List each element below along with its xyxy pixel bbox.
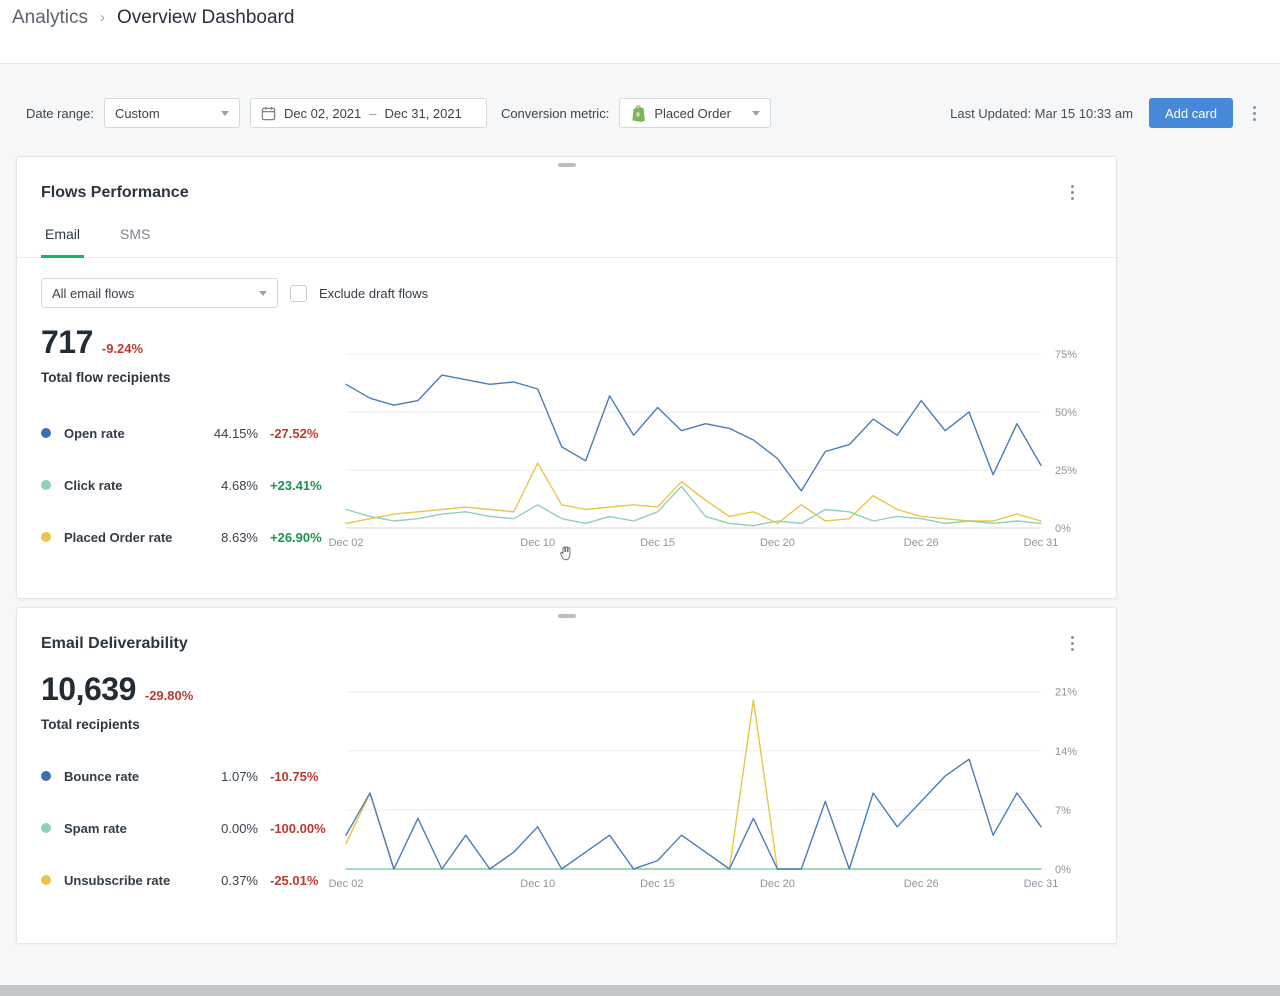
viewport-bottom-strip [0, 985, 1280, 996]
deliverability-chart[interactable]: 0% 7% 14% 21% Dec 02 Dec 10 Dec 15 Dec 20 Dec 26… [329, 671, 1106, 906]
legend-label: Placed Order rate [64, 529, 173, 545]
spam-rate-dot-icon [41, 823, 51, 833]
svg-text:14%: 14% [1055, 746, 1077, 758]
exclude-draft-flows-label: Exclude draft flows [319, 285, 429, 301]
legend-value: 0.37% [221, 872, 258, 888]
total-flow-recipients-label: Total flow recipients [41, 370, 171, 385]
breadcrumb-chevron-icon: › [100, 9, 106, 26]
bounce-rate-dot-icon [41, 771, 51, 781]
total-flow-recipients-value: 717 [41, 324, 93, 360]
svg-text:0%: 0% [1055, 864, 1071, 876]
legend-row-spam-rate: Spam rate 0.00% -100.00% [41, 802, 346, 854]
legend-value: 4.68% [221, 477, 258, 493]
svg-text:Dec 31: Dec 31 [1024, 537, 1059, 549]
legend-delta: +23.41% [270, 477, 322, 493]
legend-row-open-rate: Open rate 44.15% -27.52% [41, 407, 346, 459]
tab-email[interactable]: Email [41, 226, 85, 258]
chevron-down-icon [259, 290, 267, 296]
total-recipients-value: 10,639 [41, 671, 136, 707]
svg-text:Dec 20: Dec 20 [760, 878, 795, 890]
date-start: Dec 02, 2021 [283, 105, 362, 121]
calendar-icon [261, 106, 276, 121]
svg-text:Dec 02: Dec 02 [329, 537, 364, 549]
legend-row-placed-order-rate: Placed Order rate 8.63% +26.90% [41, 511, 346, 563]
svg-text:21%: 21% [1055, 687, 1077, 699]
flows-chart[interactable]: 0% 25% 50% 75% Dec 02 Dec 10 Dec 15 Dec 20 Dec 2… [329, 330, 1106, 563]
date-range-value: Custom [114, 105, 160, 121]
card-kebab-menu-icon[interactable] [1067, 632, 1078, 655]
flows-legend: Open rate 44.15% -27.52% Click rate 4.68… [41, 407, 346, 563]
top-bar: Analytics › Overview Dashboard [0, 0, 1280, 64]
svg-text:Dec 31: Dec 31 [1024, 878, 1059, 890]
svg-text:7%: 7% [1055, 805, 1071, 817]
legend-value: 0.00% [221, 820, 258, 836]
date-end: Dec 31, 2021 [384, 105, 462, 121]
legend-delta: -10.75% [270, 768, 319, 784]
total-flow-recipients-delta: -9.24% [101, 341, 144, 356]
exclude-draft-flows-checkbox[interactable] [290, 284, 307, 302]
flows-performance-card: Flows Performance Email SMS All email fl… [16, 156, 1117, 599]
legend-value: 44.15% [213, 425, 258, 441]
card-kebab-menu-icon[interactable] [1067, 181, 1078, 204]
date-separator: – [369, 105, 377, 121]
card-title: Flows Performance [41, 183, 189, 201]
legend-value: 8.63% [221, 529, 258, 545]
flow-filter-value: All email flows [52, 285, 135, 301]
legend-label: Open rate [64, 425, 125, 441]
total-recipients-delta: -29.80% [144, 688, 194, 703]
unsubscribe-rate-dot-icon [41, 875, 51, 885]
card-title: Email Deliverability [41, 634, 188, 652]
svg-text:s: s [636, 110, 640, 119]
legend-row-unsubscribe-rate: Unsubscribe rate 0.37% -25.01% [41, 854, 346, 906]
svg-text:50%: 50% [1055, 407, 1077, 419]
shopify-icon: s [630, 104, 646, 122]
svg-text:Dec 02: Dec 02 [329, 878, 364, 890]
svg-text:Dec 20: Dec 20 [760, 537, 795, 549]
legend-label: Unsubscribe rate [64, 872, 171, 888]
click-rate-dot-icon [41, 480, 51, 490]
date-picker[interactable]: Dec 02, 2021 – Dec 31, 2021 [249, 98, 487, 128]
legend-row-click-rate: Click rate 4.68% +23.41% [41, 459, 346, 511]
tab-sms[interactable]: SMS [116, 226, 154, 258]
svg-text:0%: 0% [1055, 523, 1071, 535]
svg-text:75%: 75% [1055, 349, 1077, 361]
last-updated-text: Last Updated: Mar 15 10:33 am [950, 105, 1133, 121]
legend-delta: -100.00% [270, 820, 326, 836]
page-title: Overview Dashboard [117, 7, 295, 28]
filter-bar-right: Last Updated: Mar 15 10:33 am Add card [950, 98, 1260, 128]
svg-text:Dec 26: Dec 26 [904, 537, 939, 549]
total-recipients-label: Total recipients [41, 717, 140, 732]
filter-bar: Date range: Custom Dec 02, 2021 – Dec 31… [26, 98, 1260, 128]
chevron-down-icon [220, 110, 229, 116]
legend-label: Bounce rate [64, 768, 140, 784]
breadcrumb: Analytics › Overview Dashboard [12, 6, 294, 30]
legend-row-bounce-rate: Bounce rate 1.07% -10.75% [41, 750, 346, 802]
date-range-select[interactable]: Custom [103, 98, 240, 128]
date-range-label: Date range: [26, 105, 94, 121]
legend-label: Click rate [64, 477, 123, 493]
flow-filter-select[interactable]: All email flows [41, 278, 278, 308]
breadcrumb-analytics[interactable]: Analytics [12, 6, 88, 30]
page: Analytics › Overview Dashboard Date rang… [0, 0, 1280, 996]
flows-tabs: Email SMS [17, 226, 1116, 258]
chevron-down-icon [752, 110, 761, 116]
legend-value: 1.07% [221, 768, 258, 784]
svg-text:Dec 26: Dec 26 [904, 878, 939, 890]
legend-delta: -27.52% [270, 425, 319, 441]
add-card-button[interactable]: Add card [1148, 98, 1233, 128]
svg-text:Dec 15: Dec 15 [640, 537, 675, 549]
svg-text:25%: 25% [1055, 465, 1077, 477]
placed-order-rate-dot-icon [41, 532, 51, 542]
open-rate-dot-icon [41, 428, 51, 438]
svg-text:Dec 10: Dec 10 [520, 537, 555, 549]
legend-label: Spam rate [64, 820, 127, 836]
conversion-metric-select[interactable]: s Placed Order [619, 98, 772, 128]
dashboard-kebab-menu-icon[interactable] [1249, 102, 1260, 125]
email-deliverability-card: Email Deliverability 10,639 -29.80% Tota… [16, 607, 1117, 944]
conversion-metric-value: Placed Order [654, 105, 731, 121]
conversion-metric-label: Conversion metric: [500, 105, 610, 121]
deliverability-legend: Bounce rate 1.07% -10.75% Spam rate 0.00… [41, 750, 346, 906]
svg-text:Dec 15: Dec 15 [640, 878, 675, 890]
svg-text:Dec 10: Dec 10 [520, 878, 555, 890]
